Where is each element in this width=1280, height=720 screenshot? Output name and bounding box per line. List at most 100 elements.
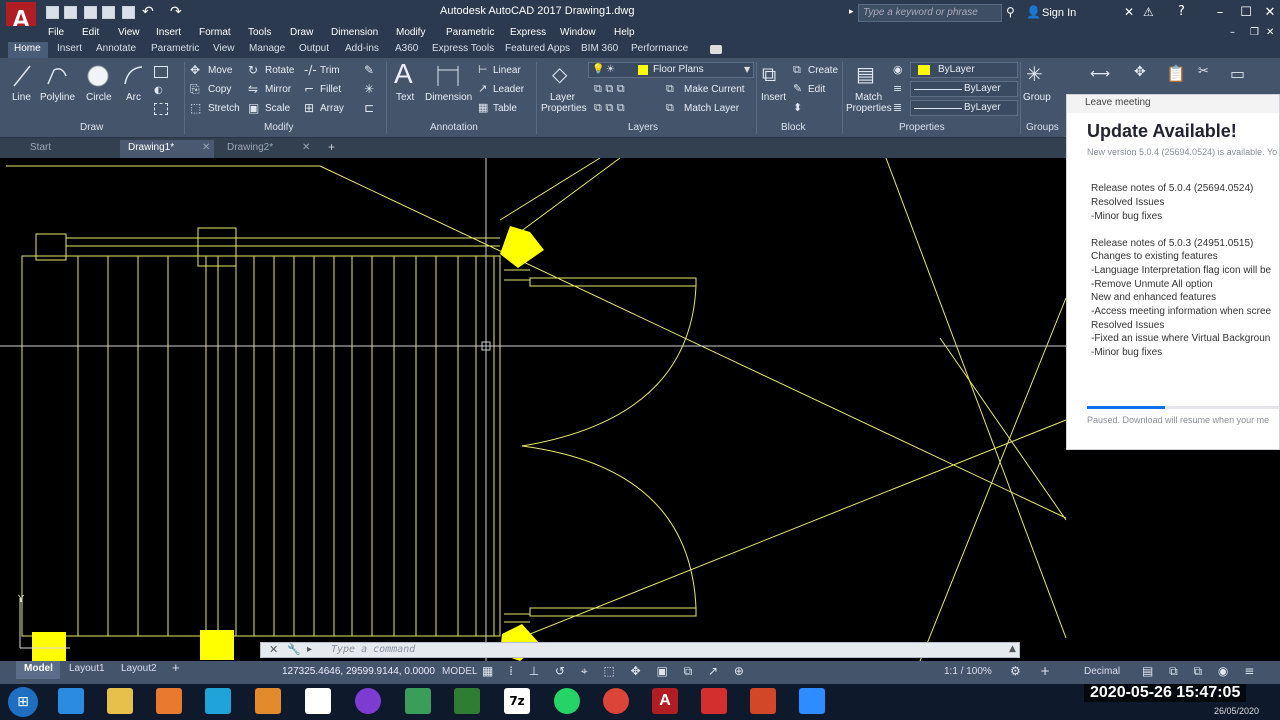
status-toggles-icons[interactable]: ▦ ⁞ ⊥ ↺ ⌖ ⬚ ✥ ▣ ⧉ ↗ ⊕ <box>482 664 750 679</box>
search-input[interactable]: Type a keyword or phrase <box>858 4 1002 22</box>
app-icon[interactable] <box>255 688 281 714</box>
panel-title-modify[interactable]: Modify <box>264 122 293 133</box>
panel-title-draw[interactable]: Draw <box>80 122 103 133</box>
move-button[interactable]: Move <box>208 65 232 76</box>
make-current-button[interactable]: Make Current <box>684 84 745 95</box>
menu-help[interactable]: Help <box>614 27 635 38</box>
rectangle-icon[interactable] <box>154 66 168 78</box>
help-icon[interactable]: ? <box>1178 4 1185 19</box>
tab-layout1[interactable]: Layout1 <box>69 663 105 674</box>
close-icon[interactable]: ✕ <box>269 643 278 656</box>
linear-button[interactable]: Linear <box>493 65 521 76</box>
taskbar-date[interactable]: 26/05/2020 <box>1214 706 1259 716</box>
command-input[interactable]: Type a command <box>331 644 415 655</box>
doc-restore-button[interactable]: ❐ <box>1250 27 1259 38</box>
edit-button[interactable]: Edit <box>808 84 825 95</box>
menu-window[interactable]: Window <box>560 27 596 38</box>
clipboard-icon[interactable]: 📋 <box>1166 64 1186 83</box>
panel-title-block[interactable]: Block <box>781 122 805 133</box>
status-right-icons[interactable]: ▤ ⧉ ⧉ ◉ ≡ <box>1142 664 1260 679</box>
arc-button[interactable]: Arc <box>126 92 141 103</box>
scale-button[interactable]: Scale <box>265 103 290 114</box>
match-properties-label-2[interactable]: Properties <box>846 103 892 114</box>
menu-insert[interactable]: Insert <box>156 27 181 38</box>
tab-start[interactable]: Start <box>30 142 51 153</box>
annotation-scale[interactable]: 1:1 / 100% <box>944 666 992 677</box>
close-icon[interactable]: ✕ <box>202 142 210 153</box>
copy-button[interactable]: Copy <box>208 84 231 95</box>
maximize-button[interactable]: ☐ <box>1234 3 1258 23</box>
command-line[interactable]: ✕ 🔧 ▸ Type a command ▲ <box>260 642 1020 658</box>
leave-meeting-link[interactable]: Leave meeting <box>1067 95 1279 113</box>
menu-format[interactable]: Format <box>199 27 231 38</box>
layer-properties-label-1[interactable]: Layer <box>550 92 575 103</box>
settings-gear-icon[interactable]: ⚙ <box>1010 664 1021 678</box>
media-player-icon[interactable] <box>156 688 182 714</box>
a360-icon[interactable]: ⚠ <box>1143 5 1154 19</box>
text-button[interactable]: Text <box>396 92 414 103</box>
menu-dimension[interactable]: Dimension <box>331 27 378 38</box>
tab-a360[interactable]: A360 <box>395 43 418 54</box>
tab-add-ins[interactable]: Add-ins <box>345 43 379 54</box>
block-attr-icon[interactable]: ⬍ <box>793 101 802 114</box>
tab-layout2[interactable]: Layout2 <box>121 663 157 674</box>
undo-icon[interactable]: ↶ <box>142 4 154 20</box>
start-button-icon[interactable]: ⊞ <box>8 687 38 717</box>
menu-file[interactable]: File <box>48 27 64 38</box>
cut-icon[interactable]: ✂ <box>1198 64 1209 79</box>
file-explorer-icon[interactable] <box>107 688 133 714</box>
tab-express-tools[interactable]: Express Tools <box>432 43 494 54</box>
layer-properties-label-2[interactable]: Properties <box>541 103 587 114</box>
leader-button[interactable]: Leader <box>493 84 524 95</box>
menu-tools[interactable]: Tools <box>248 27 271 38</box>
polyline-button[interactable]: Polyline <box>40 92 75 103</box>
sign-in-button[interactable]: Sign In <box>1042 7 1076 19</box>
base-point-icon[interactable]: ✥ <box>1134 64 1146 80</box>
offset-icon[interactable]: ⊏ <box>364 101 374 115</box>
coordinates-readout[interactable]: 127325.4646, 29599.9144, 0.0000 <box>282 666 435 677</box>
fillet-button[interactable]: Fillet <box>320 84 341 95</box>
add-plus-icon[interactable]: + <box>1040 664 1050 678</box>
circle-icon[interactable] <box>86 64 110 88</box>
tab-view[interactable]: View <box>213 43 235 54</box>
menu-view[interactable]: View <box>118 27 140 38</box>
user-icon[interactable]: 👤 <box>1026 5 1041 19</box>
print-icon[interactable] <box>122 6 135 19</box>
chevron-right-icon[interactable]: ▸ <box>849 7 854 17</box>
color-wheel-icon[interactable]: ◉ <box>893 63 903 76</box>
create-button[interactable]: Create <box>808 65 838 76</box>
chevron-up-icon[interactable]: ▲ <box>1009 644 1016 654</box>
panel-title-properties[interactable]: Properties <box>899 122 945 133</box>
arc-icon[interactable] <box>122 64 146 88</box>
zoom-icon[interactable] <box>799 688 825 714</box>
hatch-icon[interactable]: ◐ <box>154 85 168 97</box>
layer-tools-icon[interactable]: ⧉ ⧉ ⧉ <box>594 101 625 115</box>
tab-drawing2[interactable]: Drawing2* <box>227 142 273 153</box>
panel-title-annotation[interactable]: Annotation <box>430 122 478 133</box>
tab-featured-apps[interactable]: Featured Apps <box>505 43 570 54</box>
trim-button[interactable]: Trim <box>320 65 340 76</box>
panel-title-layers[interactable]: Layers <box>628 122 658 133</box>
wrench-icon[interactable]: 🔧 <box>287 643 301 656</box>
rotate-button[interactable]: Rotate <box>265 65 294 76</box>
ribbon-toggle-icon[interactable] <box>710 45 722 54</box>
doc-close-button[interactable]: ✕ <box>1266 27 1274 38</box>
view-icon[interactable]: ▭ <box>1230 64 1245 83</box>
array-button[interactable]: Array <box>320 103 344 114</box>
polyline-icon[interactable] <box>46 64 70 88</box>
exchange-icon[interactable]: ✕ <box>1124 5 1134 19</box>
internet-explorer-icon[interactable] <box>58 688 84 714</box>
tab-insert[interactable]: Insert <box>57 43 82 54</box>
acrobat-icon[interactable] <box>701 688 727 714</box>
new-file-icon[interactable] <box>46 6 59 19</box>
menu-express[interactable]: Express <box>510 27 546 38</box>
units-dropdown[interactable]: Decimal <box>1084 666 1120 677</box>
mirror-button[interactable]: Mirror <box>265 84 291 95</box>
match-properties-label-1[interactable]: Match <box>855 92 882 103</box>
match-layer-button[interactable]: Match Layer <box>684 103 739 114</box>
menu-draw[interactable]: Draw <box>290 27 313 38</box>
chevron-down-icon[interactable]: ▼ <box>744 65 750 74</box>
save-as-icon[interactable] <box>102 6 115 19</box>
line-icon[interactable] <box>12 64 32 88</box>
linetype-icon[interactable]: ≡ <box>893 82 902 95</box>
